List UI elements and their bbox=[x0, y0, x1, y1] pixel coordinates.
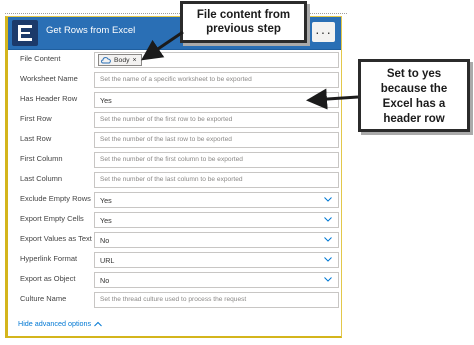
advanced-options-label: Hide advanced options bbox=[18, 319, 92, 328]
chevron-down-icon bbox=[324, 277, 332, 282]
more-options-button[interactable]: ··· bbox=[312, 22, 335, 42]
callout-text-line: Excel has a bbox=[382, 98, 446, 110]
dynamic-content-token[interactable]: Body × bbox=[98, 54, 142, 66]
field-value: No bbox=[100, 276, 110, 285]
action-card: Get Rows from Excel ··· File Content Bod… bbox=[5, 16, 342, 338]
encodian-logo-icon bbox=[12, 20, 38, 46]
remove-token-icon[interactable]: × bbox=[133, 57, 137, 64]
field-placeholder: Set the number of the first row to be ex… bbox=[100, 116, 233, 123]
callout-file-content: File content from previous step bbox=[180, 1, 307, 43]
first-column-input[interactable]: Set the number of the first column to be… bbox=[94, 152, 339, 168]
token-label: Body bbox=[114, 56, 130, 64]
callout-text-line: header row bbox=[383, 113, 445, 125]
export-values-as-text-dropdown[interactable]: No bbox=[94, 232, 339, 248]
callout-header-row: Set to yes because the Excel has a heade… bbox=[358, 59, 470, 132]
field-label: Hyperlink Format bbox=[20, 254, 78, 263]
chevron-down-icon bbox=[324, 217, 332, 222]
field-label: Export Empty Cells bbox=[20, 214, 84, 223]
field-value: Yes bbox=[100, 216, 112, 225]
field-label: Culture Name bbox=[20, 294, 67, 303]
hyperlink-format-dropdown[interactable]: URL bbox=[94, 252, 339, 268]
exclude-empty-rows-dropdown[interactable]: Yes bbox=[94, 192, 339, 208]
field-label: Has Header Row bbox=[20, 94, 78, 103]
cloud-icon bbox=[101, 57, 111, 64]
last-column-input[interactable]: Set the number of the last column to be … bbox=[94, 172, 339, 188]
form-row-first-column: First Column Set the number of the first… bbox=[8, 151, 341, 171]
field-label: First Column bbox=[20, 154, 63, 163]
connector-line-right bbox=[307, 13, 347, 14]
field-label: Worksheet Name bbox=[20, 74, 78, 83]
has-header-row-select[interactable]: Yes bbox=[94, 92, 339, 108]
chevron-down-icon bbox=[324, 257, 332, 262]
field-value: URL bbox=[100, 256, 115, 265]
field-label: Export Values as Text bbox=[20, 234, 92, 243]
file-content-field[interactable]: Body × bbox=[94, 52, 339, 68]
form-row-file-content: File Content Body × bbox=[8, 51, 341, 71]
form-row-export-empty-cells: Export Empty Cells Yes bbox=[8, 211, 341, 231]
field-placeholder: Set the number of the first column to be… bbox=[100, 156, 243, 163]
form-row-exclude-empty-rows: Exclude Empty Rows Yes bbox=[8, 191, 341, 211]
form-row-last-row: Last Row Set the number of the last row … bbox=[8, 131, 341, 151]
form-row-culture-name: Culture Name Set the thread culture used… bbox=[8, 291, 341, 311]
last-row-input[interactable]: Set the number of the last row to be exp… bbox=[94, 132, 339, 148]
form-row-export-values-as-text: Export Values as Text No bbox=[8, 231, 341, 251]
callout-text-line: previous step bbox=[206, 23, 281, 35]
form-row-worksheet-name: Worksheet Name Set the name of a specifi… bbox=[8, 71, 341, 91]
field-label: First Row bbox=[20, 114, 52, 123]
callout-text-line: because the bbox=[380, 83, 448, 95]
field-placeholder: Set the number of the last column to be … bbox=[100, 176, 243, 183]
field-value: No bbox=[100, 236, 110, 245]
field-label: Exclude Empty Rows bbox=[20, 194, 91, 203]
chevron-down-icon bbox=[324, 237, 332, 242]
connector-line-left bbox=[5, 13, 180, 14]
chevron-down-icon bbox=[324, 197, 332, 202]
form-row-first-row: First Row Set the number of the first ro… bbox=[8, 111, 341, 131]
callout-text-line: File content from bbox=[196, 9, 291, 21]
chevron-up-icon bbox=[94, 321, 102, 326]
field-label: Export as Object bbox=[20, 274, 76, 283]
field-value: Yes bbox=[100, 96, 112, 105]
card-title: Get Rows from Excel bbox=[46, 25, 136, 36]
form-row-hyperlink-format: Hyperlink Format URL bbox=[8, 251, 341, 271]
field-placeholder: Set the thread culture used to process t… bbox=[100, 296, 247, 303]
field-value: Yes bbox=[100, 196, 112, 205]
first-row-input[interactable]: Set the number of the first row to be ex… bbox=[94, 112, 339, 128]
form-row-last-column: Last Column Set the number of the last c… bbox=[8, 171, 341, 191]
form-row-has-header-row: Has Header Row Yes bbox=[8, 91, 341, 111]
export-empty-cells-dropdown[interactable]: Yes bbox=[94, 212, 339, 228]
field-placeholder: Set the name of a specific worksheet to … bbox=[100, 76, 252, 83]
export-as-object-dropdown[interactable]: No bbox=[94, 272, 339, 288]
callout-text-line: Set to yes bbox=[386, 68, 442, 80]
culture-name-input[interactable]: Set the thread culture used to process t… bbox=[94, 292, 339, 308]
worksheet-name-input[interactable]: Set the name of a specific worksheet to … bbox=[94, 72, 339, 88]
hide-advanced-options-link[interactable]: Hide advanced options bbox=[18, 319, 102, 328]
form-row-export-as-object: Export as Object No bbox=[8, 271, 341, 291]
field-label: Last Row bbox=[20, 134, 52, 143]
field-placeholder: Set the number of the last row to be exp… bbox=[100, 136, 232, 143]
field-label: File Content bbox=[20, 54, 61, 63]
field-label: Last Column bbox=[20, 174, 63, 183]
